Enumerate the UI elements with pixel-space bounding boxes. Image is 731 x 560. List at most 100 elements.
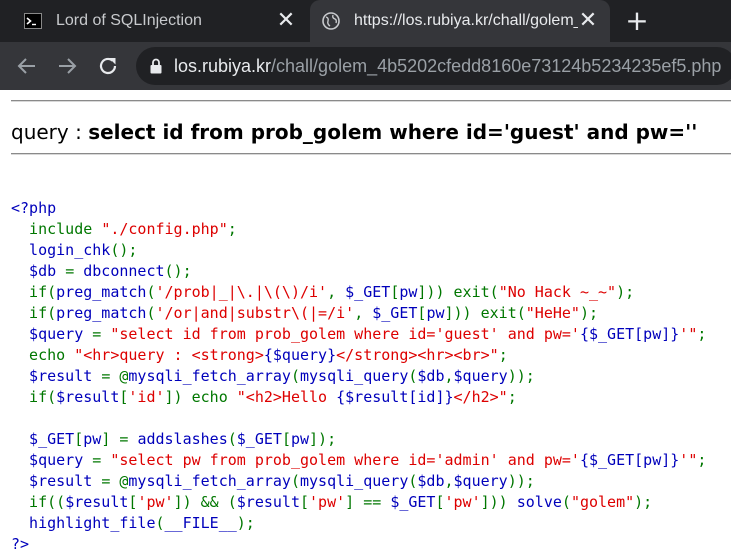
code-token: = (65, 262, 84, 280)
forward-arrow-icon[interactable] (55, 54, 79, 78)
code-token: 'pw' (444, 493, 481, 511)
code-token: $db (417, 472, 445, 490)
code-token: "<hr>query : <strong> (74, 346, 264, 364)
code-token: ( (290, 367, 300, 385)
code-token: $result (11, 472, 102, 490)
code-line: <?php (11, 199, 57, 217)
code-token: ])) exit( (444, 304, 526, 322)
new-tab-button[interactable]: + (624, 7, 650, 35)
code-token: $_GET (345, 283, 391, 301)
horizontal-rule (11, 153, 731, 155)
back-arrow-icon[interactable] (15, 54, 39, 78)
code-token: if( (11, 388, 57, 406)
code-token: if( (11, 304, 57, 322)
code-token: )); (507, 367, 535, 385)
query-display: query : select id from prob_golem where … (11, 120, 697, 144)
tab-strip: Lord of SQLInjection ✕ https://los.rubiy… (0, 0, 731, 42)
code-token: ] == (345, 493, 391, 511)
code-token: '/prob|_|\.|\(\)/i' (155, 283, 328, 301)
reload-icon[interactable] (96, 54, 120, 78)
code-token: $result (11, 367, 102, 385)
code-token: = (92, 451, 111, 469)
tab-title: https://los.rubiya.kr/chall/golem_4b5202… (354, 12, 578, 29)
code-token: pw (426, 304, 445, 322)
code-token: "golem" (570, 493, 635, 511)
code-token: </strong><hr><br>" (336, 346, 499, 364)
code-token: = @ (101, 472, 129, 490)
page-content: query : select id from prob_golem where … (0, 90, 731, 560)
code-token: mysqli_query (300, 472, 409, 490)
code-token: (); (164, 262, 192, 280)
code-token: ])) exit( (417, 283, 499, 301)
code-token: [ (390, 283, 400, 301)
code-token: '" (679, 325, 698, 343)
horizontal-rule (11, 100, 731, 102)
code-token: if(( (11, 493, 66, 511)
code-token: )); (507, 472, 535, 490)
query-label: query : (11, 120, 89, 144)
code-token: "No Hack ~_~" (498, 283, 617, 301)
tab-golem[interactable]: https://los.rubiya.kr/chall/golem_4b5202… (310, 0, 610, 42)
code-token: 'pw' (309, 493, 346, 511)
code-token: 'pw' (137, 493, 174, 511)
code-token: $db (417, 367, 445, 385)
code-token: __FILE__ (164, 514, 237, 532)
code-token: , (327, 283, 346, 301)
close-icon[interactable]: ✕ (578, 10, 598, 32)
code-token: highlight_file (11, 514, 156, 532)
code-token: '/or|and|substr\(|=/i' (155, 304, 355, 322)
code-token: ( (290, 472, 300, 490)
code-token: ]); (309, 430, 337, 448)
code-token: ; (697, 325, 707, 343)
code-token: $query (11, 451, 93, 469)
code-token: pw (290, 430, 310, 448)
code-token: "./config.php" (101, 220, 228, 238)
query-value: select id from prob_golem where id='gues… (88, 120, 698, 144)
code-token: ); (616, 283, 635, 301)
code-token: echo (11, 346, 75, 364)
code-token: ; (697, 451, 707, 469)
code-token: ( (227, 430, 237, 448)
code-token: preg_match (56, 304, 147, 322)
address-bar[interactable]: los.rubiya.kr/chall/golem_4b5202cfedd816… (136, 47, 731, 85)
code-token: preg_match (56, 283, 147, 301)
tab-title: Lord of SQLInjection (56, 12, 202, 29)
code-token: $result (65, 493, 129, 511)
lock-icon (150, 58, 162, 74)
url-host: los.rubiya.kr (174, 55, 272, 76)
code-token: , (354, 304, 373, 322)
php-source-code: <?php include "./config.php"; login_chk(… (11, 198, 706, 555)
code-token: , (444, 367, 454, 385)
close-icon[interactable]: ✕ (276, 10, 296, 32)
url-text: los.rubiya.kr/chall/golem_4b5202cfedd816… (174, 56, 721, 77)
code-line: ?> (11, 535, 30, 553)
code-token: "select id from prob_golem where id='gue… (110, 325, 580, 343)
code-token: $_GET (11, 430, 75, 448)
tab-lord-of-sqlinjection[interactable]: Lord of SQLInjection ✕ (12, 0, 308, 42)
code-token: [ (435, 493, 445, 511)
code-token: ( (155, 514, 165, 532)
code-token: ] = (101, 430, 138, 448)
code-token: $_GET (390, 493, 436, 511)
code-token: ])) (480, 493, 517, 511)
code-token: ; (498, 346, 508, 364)
code-token: ( (146, 283, 156, 301)
code-token: ); (634, 493, 653, 511)
code-token: ); (236, 514, 255, 532)
code-token: [ (300, 493, 310, 511)
code-token: ; (507, 388, 517, 406)
code-token: solve (516, 493, 562, 511)
code-token: = (92, 325, 111, 343)
code-token: </h2>" (453, 388, 508, 406)
code-token: [ (74, 430, 84, 448)
code-token: login_chk (11, 241, 111, 259)
code-token: ( (146, 304, 156, 322)
code-token: $result (236, 493, 300, 511)
globe-icon (322, 12, 340, 30)
code-token: ); (579, 304, 599, 322)
code-token: $_GET (372, 304, 418, 322)
code-token: $result (56, 388, 120, 406)
code-token: pw (83, 430, 102, 448)
code-token: $db (11, 262, 66, 280)
code-token: {$query} (263, 346, 337, 364)
